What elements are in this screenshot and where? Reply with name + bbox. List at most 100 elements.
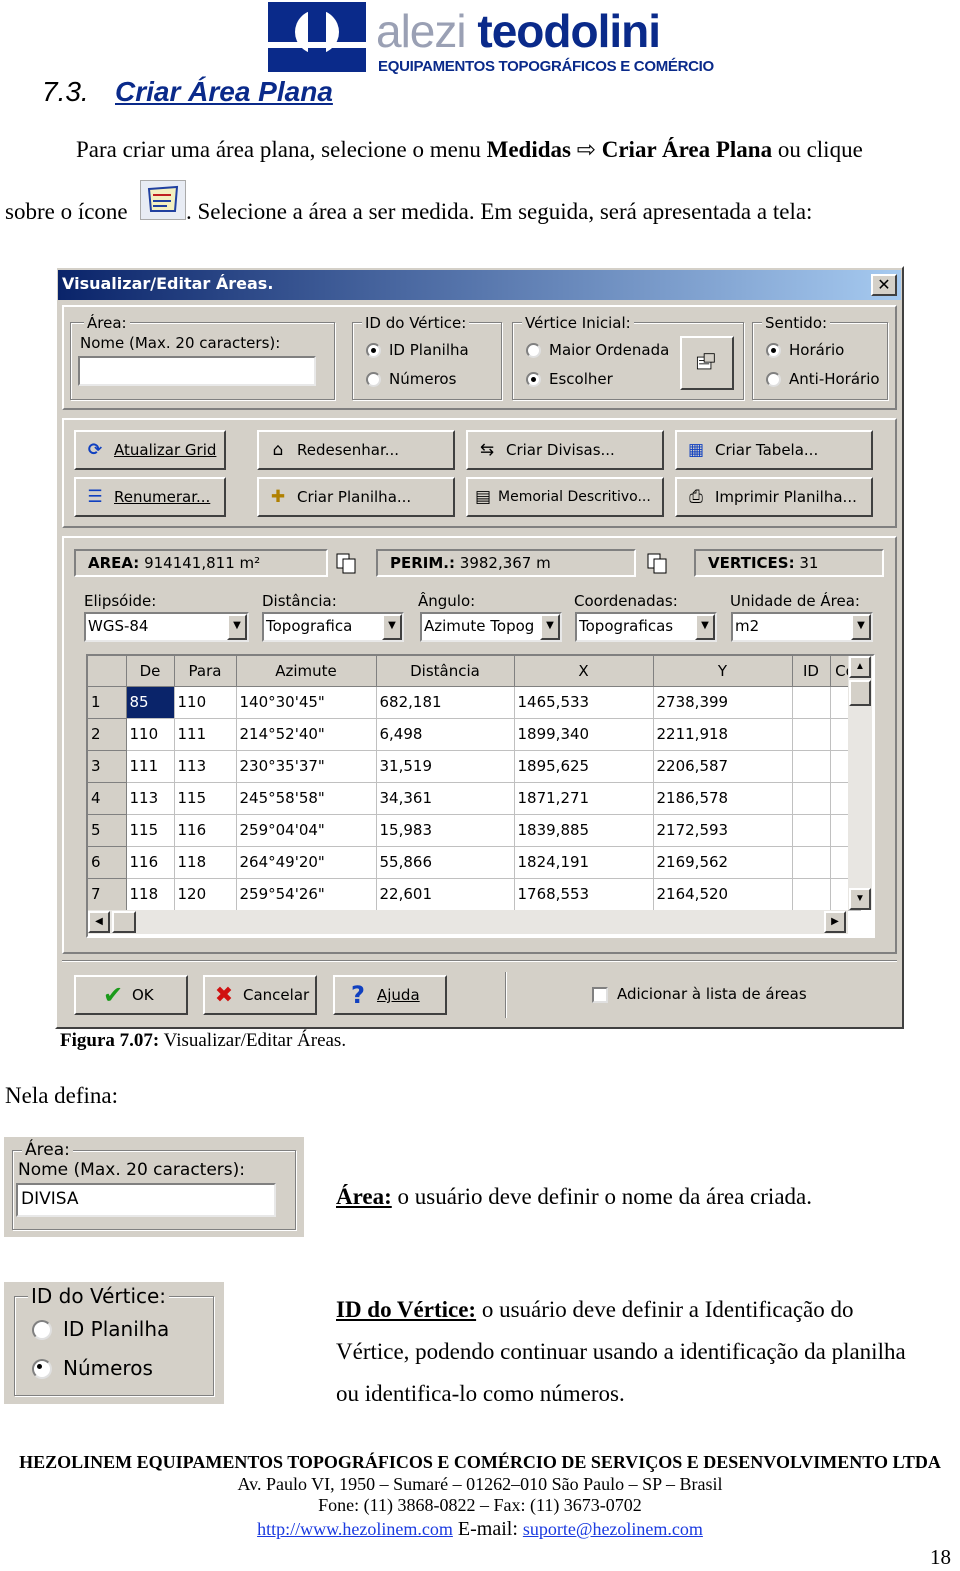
coordinates-select[interactable]: Topograficas ▼ <box>575 612 717 642</box>
chevron-down-icon[interactable]: ▼ <box>227 614 247 640</box>
grid-header-para[interactable]: Para <box>174 656 237 687</box>
table-cell[interactable]: 55,866 <box>376 846 515 879</box>
table-cell[interactable] <box>792 846 831 879</box>
table-cell[interactable]: 111 <box>174 718 237 751</box>
table-cell[interactable] <box>792 686 831 719</box>
table-row[interactable]: 2 110 111 214°52'40" 6,498 1899,340 2211,918 <box>88 718 861 751</box>
table-cell[interactable]: 2164,520 <box>653 878 793 911</box>
table-cell[interactable]: 2186,578 <box>653 782 793 815</box>
table-row[interactable]: 4 113 115 245°58'58" 34,361 1871,271 2186,578 <box>88 782 861 815</box>
area-name-input[interactable] <box>78 356 316 386</box>
table-row[interactable]: 5 115 116 259°04'04" 15,983 1839,885 2172,593 <box>88 814 861 847</box>
footer-url-link[interactable]: http://www.hezolinem.com <box>257 1519 453 1539</box>
table-cell[interactable]: 15,983 <box>376 814 515 847</box>
renumber-button[interactable]: ☰ Renumerar... <box>74 477 226 517</box>
table-cell[interactable]: 682,181 <box>376 686 515 719</box>
table-cell[interactable]: 2738,399 <box>653 686 793 719</box>
table-cell[interactable]: 2172,593 <box>653 814 793 847</box>
table-cell[interactable]: 2206,587 <box>653 750 793 783</box>
grid-header-id[interactable]: ID <box>792 656 831 687</box>
table-cell[interactable]: 115 <box>174 782 237 815</box>
scroll-right-icon[interactable]: ▶ <box>824 911 846 933</box>
close-button[interactable]: ✕ <box>871 274 897 296</box>
table-cell[interactable] <box>792 718 831 751</box>
chevron-down-icon[interactable]: ▼ <box>540 614 560 640</box>
table-cell[interactable]: 1899,340 <box>514 718 654 751</box>
footer-email-link[interactable]: suporte@hezolinem.com <box>523 1519 703 1539</box>
table-cell[interactable]: 113 <box>174 750 237 783</box>
ellipsoid-select[interactable]: WGS-84 ▼ <box>84 612 249 642</box>
redraw-button[interactable]: ⌂ Redesenhar... <box>257 430 455 470</box>
create-divisions-button[interactable]: ⇆ Criar Divisas... <box>466 430 664 470</box>
table-cell[interactable]: 1871,271 <box>514 782 654 815</box>
radio-numeros[interactable] <box>366 372 381 387</box>
snippet-radio-numeros[interactable] <box>32 1359 52 1379</box>
table-cell[interactable]: 245°58'58" <box>236 782 377 815</box>
table-cell[interactable]: 118 <box>174 846 237 879</box>
table-cell[interactable]: 1465,533 <box>514 686 654 719</box>
print-sheet-button[interactable]: ⎙ Imprimir Planilha... <box>675 477 873 517</box>
table-cell[interactable]: 118 <box>126 878 175 911</box>
copy-perimeter-icon[interactable] <box>645 551 669 575</box>
create-sheet-button[interactable]: ✚ Criar Planilha... <box>257 477 455 517</box>
chevron-down-icon[interactable]: ▼ <box>382 614 402 640</box>
area-snippet-input[interactable]: DIVISA <box>16 1183 276 1217</box>
table-cell[interactable]: 113 <box>126 782 175 815</box>
cancel-button[interactable]: ✖ Cancelar <box>203 975 317 1015</box>
table-cell[interactable]: 31,519 <box>376 750 515 783</box>
distance-select[interactable]: Topografica ▼ <box>262 612 404 642</box>
scroll-left-icon[interactable]: ◀ <box>88 911 110 933</box>
vertical-scrollbar[interactable]: ▲ ▼ <box>848 656 872 910</box>
table-cell[interactable]: 85 <box>126 686 175 719</box>
table-cell[interactable] <box>792 782 831 815</box>
table-row[interactable]: 1 85 110 140°30'45" 682,181 1465,533 2738,399 <box>88 686 861 719</box>
table-cell[interactable]: 111 <box>126 750 175 783</box>
table-cell[interactable] <box>792 814 831 847</box>
table-cell[interactable]: 140°30'45" <box>236 686 377 719</box>
choose-vertex-button[interactable] <box>680 336 734 390</box>
grid-header-azimute[interactable]: Azimute <box>236 656 377 687</box>
hscroll-thumb[interactable] <box>112 911 136 933</box>
add-to-list-checkbox[interactable] <box>592 987 608 1003</box>
refresh-grid-button[interactable]: ⟳ Atualizar Grid <box>74 430 226 470</box>
area-unit-select[interactable]: m2 ▼ <box>731 612 873 642</box>
table-cell[interactable]: 1895,625 <box>514 750 654 783</box>
help-button[interactable]: ? Ajuda <box>333 975 447 1015</box>
table-cell[interactable]: 115 <box>126 814 175 847</box>
table-cell[interactable]: 230°35'37" <box>236 750 377 783</box>
table-cell[interactable]: 116 <box>174 814 237 847</box>
table-row[interactable]: 3 111 113 230°35'37" 31,519 1895,625 2206,587 <box>88 750 861 783</box>
vertex-grid[interactable]: De Para Azimute Distância X Y ID Co 1 85 1… <box>86 654 875 938</box>
table-cell[interactable]: 22,601 <box>376 878 515 911</box>
radio-maior-ordenada[interactable] <box>526 343 541 358</box>
table-cell[interactable]: 1839,885 <box>514 814 654 847</box>
grid-header-distancia[interactable]: Distância <box>376 656 515 687</box>
scroll-down-icon[interactable]: ▼ <box>849 888 871 910</box>
radio-escolher[interactable] <box>526 372 541 387</box>
grid-header-x[interactable]: X <box>514 656 654 687</box>
radio-horario[interactable] <box>766 343 781 358</box>
memorial-button[interactable]: ▤ Memorial Descritivo... <box>466 477 664 517</box>
table-cell[interactable]: 1824,191 <box>514 846 654 879</box>
grid-header-de[interactable]: De <box>126 656 175 687</box>
scroll-up-icon[interactable]: ▲ <box>849 656 871 678</box>
chevron-down-icon[interactable]: ▼ <box>695 614 715 640</box>
table-cell[interactable]: 2211,918 <box>653 718 793 751</box>
table-row[interactable]: 7 118 120 259°54'26" 22,601 1768,553 2164,520 <box>88 878 861 911</box>
table-cell[interactable] <box>792 878 831 911</box>
radio-id-planilha[interactable] <box>366 343 381 358</box>
snippet-radio-id-planilha[interactable] <box>32 1320 52 1340</box>
scroll-thumb[interactable] <box>849 680 871 706</box>
table-cell[interactable]: 110 <box>174 686 237 719</box>
grid-header-y[interactable]: Y <box>653 656 793 687</box>
table-cell[interactable]: 2169,562 <box>653 846 793 879</box>
table-cell[interactable]: 214°52'40" <box>236 718 377 751</box>
horizontal-scrollbar[interactable]: ◀ ▶ <box>88 910 848 934</box>
table-cell[interactable]: 264°49'20" <box>236 846 377 879</box>
table-row[interactable]: 6 116 118 264°49'20" 55,866 1824,191 2169,562 <box>88 846 861 879</box>
table-cell[interactable]: 259°04'04" <box>236 814 377 847</box>
ok-button[interactable]: ✔ OK <box>74 975 188 1015</box>
table-cell[interactable]: 110 <box>126 718 175 751</box>
create-table-button[interactable]: ▦ Criar Tabela... <box>675 430 873 470</box>
table-cell[interactable]: 116 <box>126 846 175 879</box>
